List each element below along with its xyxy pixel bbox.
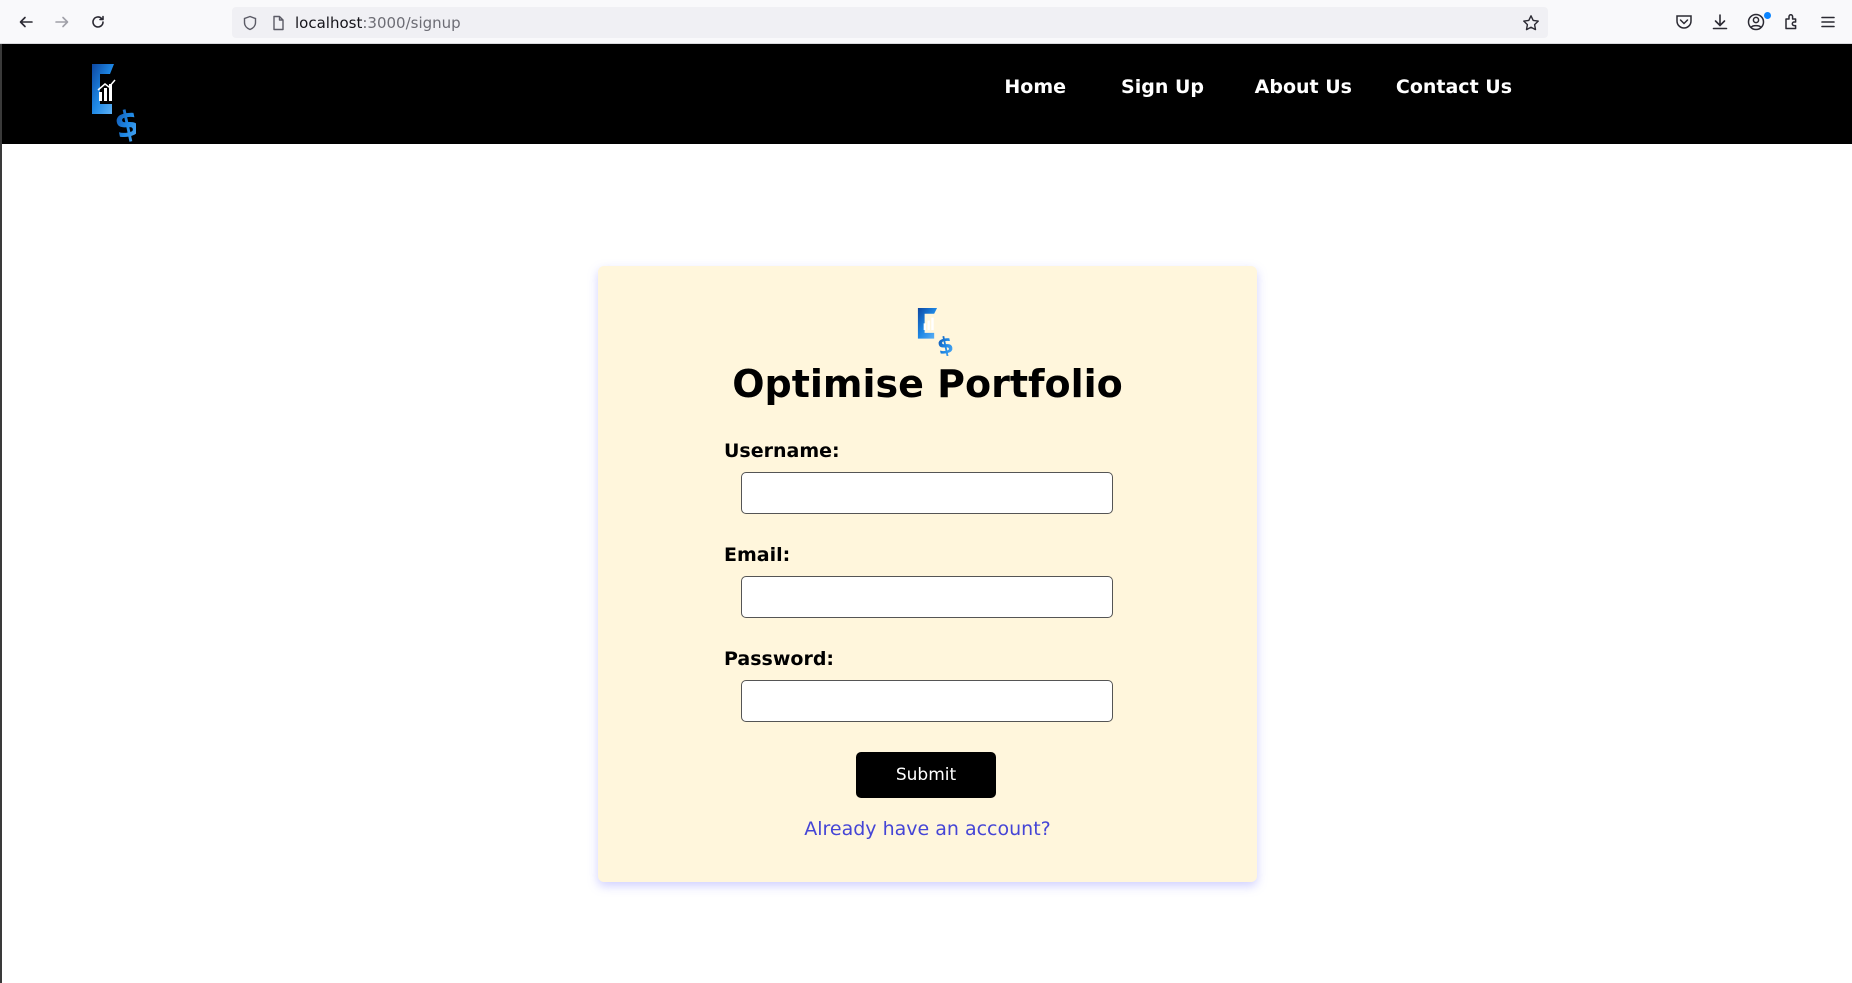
signup-card: $ Optimise Portfolio Username: Email: Pa… — [598, 266, 1257, 882]
page-info-icon[interactable] — [270, 15, 286, 31]
forward-icon[interactable] — [50, 10, 74, 34]
nav-sign-up[interactable]: Sign Up — [1121, 76, 1204, 98]
notification-dot — [1764, 12, 1771, 19]
bookmark-star-icon[interactable] — [1522, 14, 1540, 32]
username-label: Username: — [724, 440, 840, 462]
back-icon[interactable] — [14, 10, 38, 34]
logo-icon[interactable]: $ — [90, 62, 136, 142]
page-title: Optimise Portfolio — [732, 362, 1123, 406]
url-path: :3000/signup — [362, 14, 461, 32]
email-label: Email: — [724, 544, 791, 566]
menu-icon[interactable] — [1818, 12, 1838, 32]
email-input[interactable] — [741, 576, 1113, 618]
reload-icon[interactable] — [86, 10, 110, 34]
account-icon[interactable] — [1746, 12, 1766, 32]
url-bar[interactable]: localhost:3000/signup — [232, 7, 1548, 38]
pocket-icon[interactable] — [1674, 12, 1694, 32]
nav-about-us[interactable]: About Us — [1255, 76, 1352, 98]
browser-toolbar: localhost:3000/signup — [0, 0, 1852, 44]
svg-text:$: $ — [935, 332, 956, 356]
site-header: $ Home Sign Up About Us Contact Us — [2, 44, 1852, 144]
password-label: Password: — [724, 648, 835, 670]
url-host: localhost — [295, 14, 363, 32]
password-input[interactable] — [741, 680, 1113, 722]
submit-button[interactable]: Submit — [856, 752, 996, 798]
window-edge — [0, 44, 2, 983]
url-text[interactable]: localhost:3000/signup — [295, 14, 461, 32]
downloads-icon[interactable] — [1710, 12, 1730, 32]
username-input[interactable] — [741, 472, 1113, 514]
svg-text:$: $ — [111, 102, 136, 142]
card-logo-icon: $ — [917, 308, 956, 356]
nav-contact-us[interactable]: Contact Us — [1396, 76, 1512, 98]
extensions-icon[interactable] — [1782, 12, 1802, 32]
login-link[interactable]: Already have an account? — [598, 818, 1257, 840]
tracking-shield-icon[interactable] — [242, 15, 258, 31]
nav-home[interactable]: Home — [1004, 76, 1066, 98]
